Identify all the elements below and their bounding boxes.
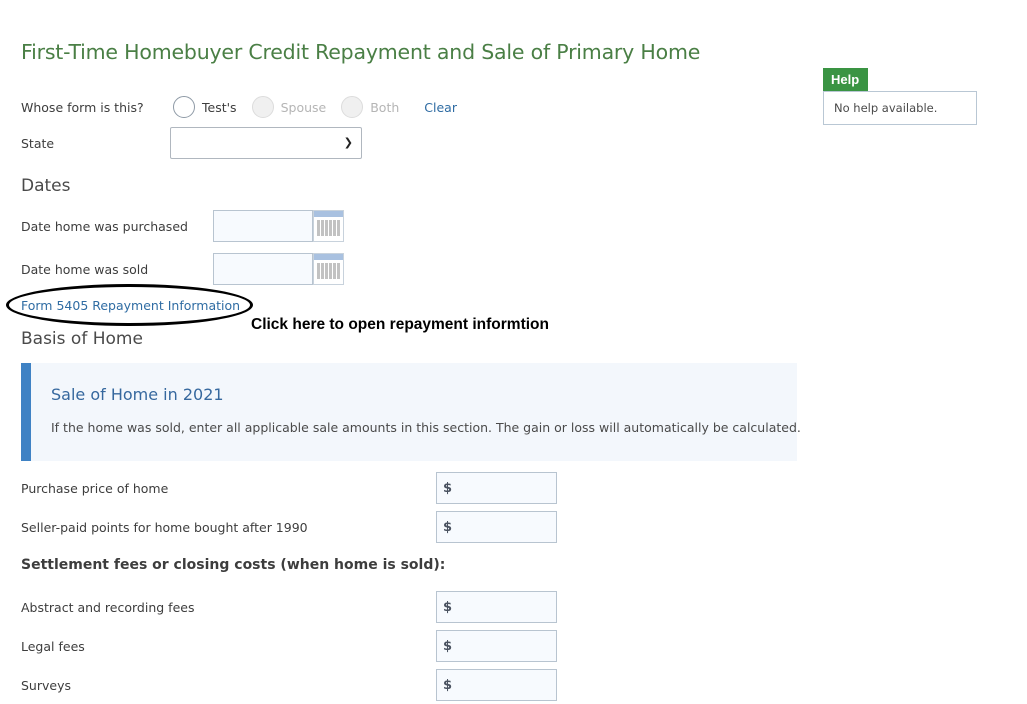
form-5405-repayment-link[interactable]: Form 5405 Repayment Information [21,298,240,313]
radio-option-both[interactable]: Both [341,96,399,118]
dollar-icon: $ [443,520,453,535]
dates-heading: Dates [21,176,71,196]
radio-button[interactable] [341,96,364,118]
clear-link[interactable]: Clear [424,100,457,115]
dollar-icon: $ [443,481,453,496]
radio-option-taxpayer[interactable]: Test's [173,96,237,118]
date-sold-label: Date home was sold [21,262,149,277]
radio-option-spouse[interactable]: Spouse [251,96,327,118]
seller-points-input[interactable]: $ [436,511,557,543]
state-label: State [21,136,55,151]
abstract-fees-label: Abstract and recording fees [21,600,195,615]
date-purchased-label: Date home was purchased [21,219,188,234]
radio-label: Both [370,99,400,115]
help-panel: No help available. [823,91,977,125]
surveys-label: Surveys [21,678,71,693]
radio-label: Spouse [280,99,327,115]
dollar-icon: $ [443,678,453,693]
help-text: No help available. [834,101,938,115]
purchase-price-input[interactable]: $ [436,472,557,504]
whose-form-radio-group: Test's Spouse Both Clear [173,96,457,118]
radio-label: Test's [202,99,237,115]
legal-fees-label: Legal fees [21,639,85,654]
info-box-title: Sale of Home in 2021 [51,385,224,404]
calendar-icon[interactable] [313,210,344,242]
date-sold-input[interactable] [213,253,313,285]
settlement-heading: Settlement fees or closing costs (when h… [21,557,446,573]
whose-form-label: Whose form is this? [21,100,144,115]
radio-button[interactable] [251,96,274,118]
basis-heading: Basis of Home [21,329,143,349]
calendar-icon[interactable] [313,253,344,285]
surveys-input[interactable]: $ [436,669,557,701]
seller-points-label: Seller-paid points for home bought after… [21,520,308,535]
purchase-price-label: Purchase price of home [21,481,169,496]
abstract-fees-input[interactable]: $ [436,591,557,623]
dollar-icon: $ [443,639,453,654]
annotation-text: Click here to open repayment informtion [251,316,549,333]
page-title: First-Time Homebuyer Credit Repayment an… [21,40,701,64]
info-box-text: If the home was sold, enter all applicab… [51,420,801,435]
radio-button[interactable] [173,96,195,118]
chevron-down-icon: ❯ [343,136,353,149]
help-tab[interactable]: Help [823,68,868,91]
legal-fees-input[interactable]: $ [436,630,557,662]
sale-info-box: Sale of Home in 2021 If the home was sol… [21,363,801,461]
state-select[interactable]: ❯ [170,127,362,159]
date-purchased-input[interactable] [213,210,313,242]
dollar-icon: $ [443,600,453,615]
